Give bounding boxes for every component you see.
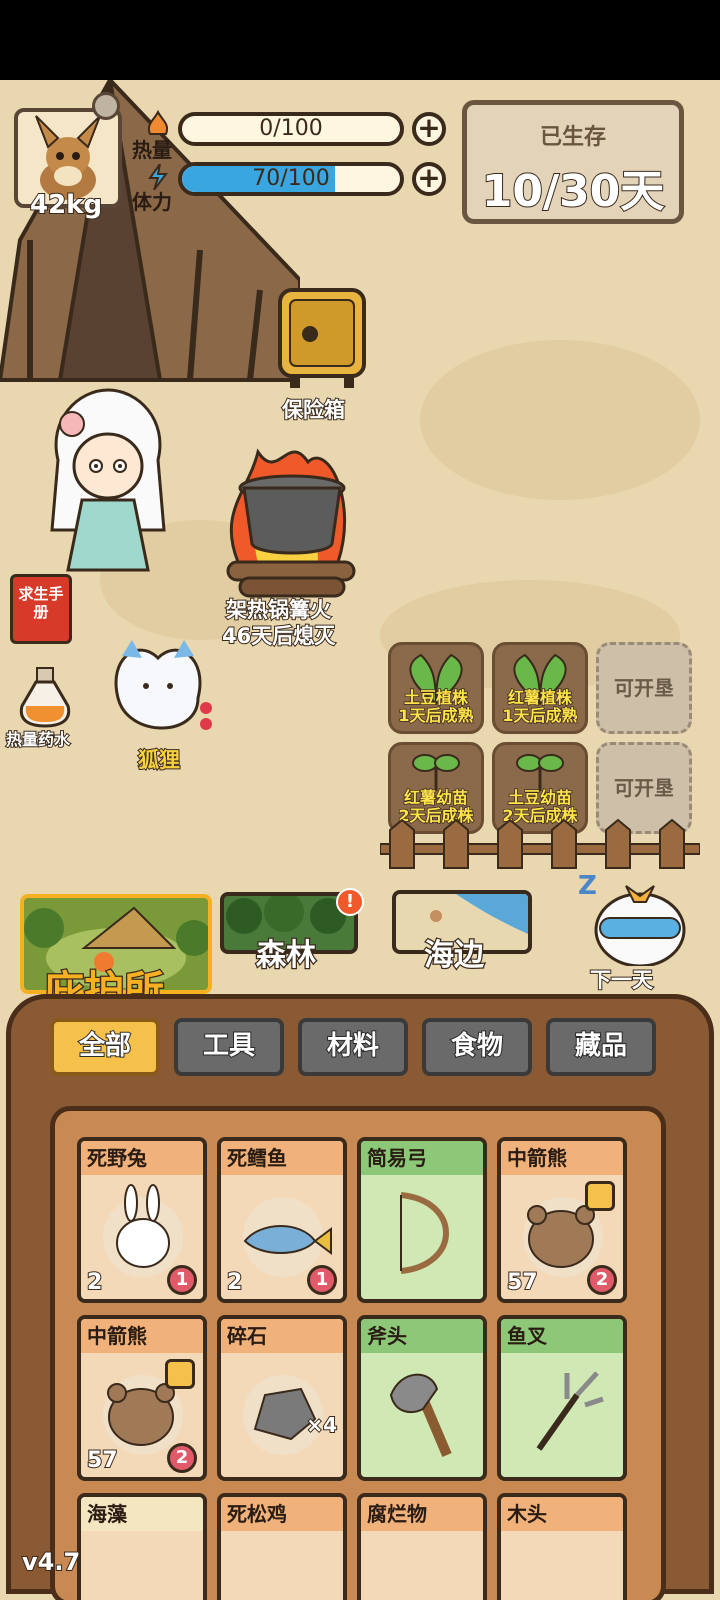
fox-sprite <box>114 640 212 730</box>
campfire-status: 46天后熄灭 <box>221 623 336 649</box>
item-name: 海藻 <box>81 1497 203 1531</box>
fence <box>380 818 700 869</box>
add-heat-button[interactable]: + <box>412 112 446 146</box>
game-scene: 42kg 热量 0/100 + 体力 70/100 + 已生存 10/30天 保… <box>0 80 720 1600</box>
inventory-item[interactable]: 腐烂物 <box>357 1493 487 1600</box>
inventory-grid: 死野兔 2 1 死鳕鱼 2 1 简易弓 中箭熊 57 2 中箭熊 57 2 碎石… <box>77 1137 627 1600</box>
location-seaside-label: 海边 <box>423 937 486 975</box>
item-count: 2 <box>86 1269 103 1296</box>
plot-name: 可开垦 <box>614 676 674 700</box>
survival-counter: 已生存 10/30天 <box>462 100 684 224</box>
stone-icon <box>243 1375 323 1455</box>
item-name: 简易弓 <box>361 1141 483 1175</box>
stamina-bar: 70/100 <box>178 162 404 196</box>
item-level-badge: 2 <box>587 1265 617 1295</box>
heat-label: 热量 <box>132 138 172 162</box>
alert-icon: ! <box>336 888 364 916</box>
plot-name: 红薯植株 <box>507 688 573 708</box>
campfire-pot-icon <box>226 448 356 598</box>
tab-collectibles[interactable]: 藏品 <box>546 1018 656 1076</box>
farm-plot[interactable]: 土豆植株 1天后成熟 <box>388 642 484 734</box>
item-level-badge: 1 <box>307 1265 337 1295</box>
heat-icon <box>148 110 168 135</box>
plot-name: 可开垦 <box>614 776 674 800</box>
survival-label: 已生存 <box>539 125 606 150</box>
plot-status: 1天后成熟 <box>398 706 475 726</box>
item-name: 木头 <box>501 1497 623 1531</box>
ground-patch <box>420 340 700 500</box>
version-label: v4.7 <box>21 1547 81 1577</box>
item-level-badge: 2 <box>167 1443 197 1473</box>
safe-icon <box>278 288 366 388</box>
plot-name: 土豆植株 <box>403 688 469 708</box>
survival-days: 10/30天 <box>481 165 666 218</box>
tab-tools[interactable]: 工具 <box>174 1018 284 1076</box>
farm-plot-empty[interactable]: 可开垦 <box>596 642 692 734</box>
axe-icon <box>389 1373 452 1457</box>
inventory-grid-panel: 死野兔 2 1 死鳕鱼 2 1 简易弓 中箭熊 57 2 中箭熊 57 2 碎石… <box>50 1106 666 1600</box>
inventory-item[interactable]: 鱼叉 <box>497 1315 627 1481</box>
item-name: 鱼叉 <box>501 1319 623 1353</box>
fox-pet[interactable] <box>108 638 218 752</box>
plot-status: 1天后成熟 <box>502 706 579 726</box>
heat-value: 0/100 <box>259 116 323 141</box>
survival-manual-button[interactable]: 求生手册 <box>10 574 72 644</box>
svg-text:Z: Z <box>578 871 597 901</box>
item-level-badge: 1 <box>167 1265 197 1295</box>
player-character[interactable] <box>38 380 178 594</box>
inventory-item[interactable]: 斧头 <box>357 1315 487 1481</box>
inventory-tabs: 全部 工具 材料 食物 藏品 <box>50 1018 656 1076</box>
inventory-item[interactable]: 死野兔 2 1 <box>77 1137 207 1303</box>
fox-label: 狐狸 <box>137 747 181 773</box>
item-count: 57 <box>86 1447 119 1474</box>
tab-all[interactable]: 全部 <box>50 1018 160 1076</box>
stamina-label: 体力 <box>132 190 172 214</box>
bow-icon <box>400 1192 449 1274</box>
plot-name: 土豆幼苗 <box>507 788 573 808</box>
item-name: 中箭熊 <box>81 1319 203 1353</box>
inventory-item[interactable]: 中箭熊 57 2 <box>77 1315 207 1481</box>
inventory-item[interactable]: 海藻 <box>77 1493 207 1600</box>
item-count: 57 <box>506 1269 539 1296</box>
farm-plot[interactable]: 红薯植株 1天后成熟 <box>492 642 588 734</box>
campfire[interactable] <box>218 432 364 606</box>
shovel-icon <box>585 1181 615 1211</box>
item-name: 死野兔 <box>81 1141 203 1175</box>
next-day-button[interactable]: Z <box>574 866 694 970</box>
tab-food[interactable]: 食物 <box>422 1018 532 1076</box>
safe-box[interactable] <box>276 286 368 394</box>
inventory-item[interactable]: 简易弓 <box>357 1137 487 1303</box>
inventory-item[interactable]: 死松鸡 <box>217 1493 347 1600</box>
add-stamina-button[interactable]: + <box>412 162 446 196</box>
inventory-item[interactable]: 死鳕鱼 2 1 <box>217 1137 347 1303</box>
item-name: 中箭熊 <box>501 1141 623 1175</box>
stamina-value: 70/100 <box>252 166 330 191</box>
safe-label: 保险箱 <box>281 397 346 423</box>
item-name: 腐烂物 <box>361 1497 483 1531</box>
location-forest-label: 森林 <box>255 937 318 975</box>
shovel-icon <box>165 1359 195 1389</box>
inventory-item[interactable]: 中箭熊 57 2 <box>497 1137 627 1303</box>
item-count: 2 <box>226 1269 243 1296</box>
item-name: 死松鸡 <box>221 1497 343 1531</box>
heat-potion-button[interactable] <box>18 666 72 732</box>
item-quantity: ×4 <box>305 1412 338 1438</box>
potion-icon <box>19 667 71 728</box>
harpoon-icon <box>536 1371 604 1451</box>
item-name: 死鳕鱼 <box>221 1141 343 1175</box>
plot-name: 红薯幼苗 <box>403 788 469 808</box>
heat-bar: 0/100 <box>178 112 404 146</box>
potion-label: 热量药水 <box>5 729 71 750</box>
inventory-item[interactable]: 碎石 ×4 <box>217 1315 347 1481</box>
item-name: 斧头 <box>361 1319 483 1353</box>
inventory-item[interactable]: 木头 <box>497 1493 627 1600</box>
player-weight: 42kg <box>29 189 103 221</box>
sleeping-girl-icon: Z <box>578 871 686 968</box>
gear-icon[interactable] <box>92 92 120 120</box>
item-name: 碎石 <box>221 1319 343 1353</box>
manual-label: 求生手册 <box>18 585 64 621</box>
next-day-label: 下一天 <box>589 967 654 993</box>
girl-sprite <box>50 388 166 572</box>
tab-materials[interactable]: 材料 <box>298 1018 408 1076</box>
